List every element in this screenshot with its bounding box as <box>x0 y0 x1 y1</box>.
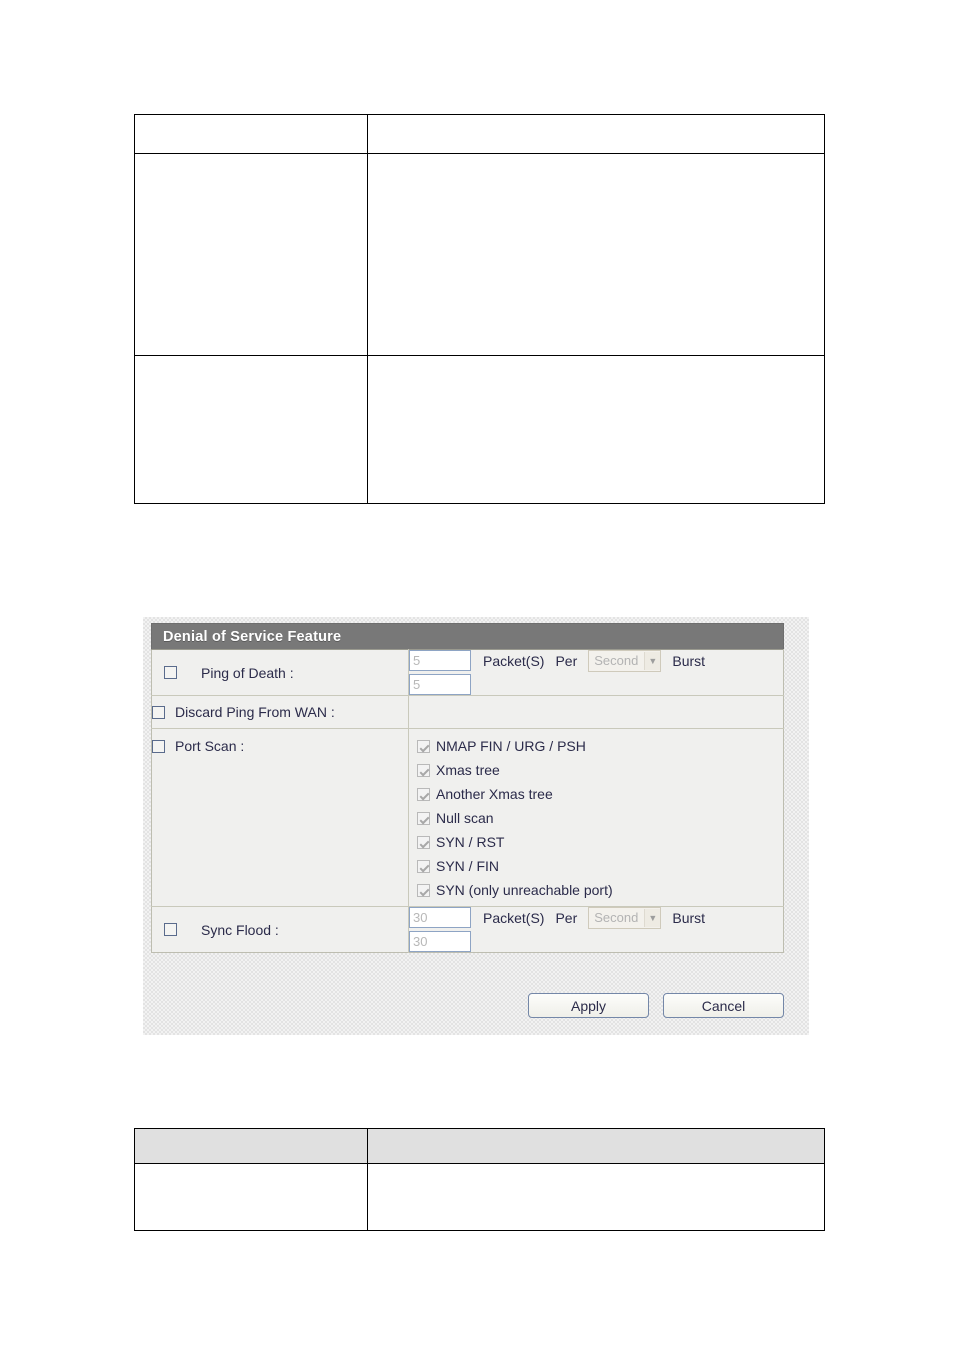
ping-of-death-unit-select[interactable]: Second ▼ <box>588 649 662 672</box>
ping-of-death-packets-input[interactable] <box>409 650 471 671</box>
port-scan-item-checkbox[interactable] <box>417 859 430 873</box>
panel-title: Denial of Service Feature <box>151 623 784 649</box>
table-cell-a <box>134 1163 368 1231</box>
table-row <box>134 355 825 504</box>
ping-of-death-value-cell: Packet(S) Per Second ▼ Burst <box>408 649 784 696</box>
discard-ping-checkbox[interactable] <box>152 705 165 719</box>
port-scan-label: Port Scan : <box>175 738 245 754</box>
sync-flood-fields <box>409 907 471 952</box>
port-scan-item-label: Null scan <box>436 810 494 826</box>
ping-of-death-per-label: Per <box>555 652 578 669</box>
sync-flood-unit-select[interactable]: Second ▼ <box>588 906 662 929</box>
list-item[interactable]: SYN (only unreachable port) <box>417 878 783 902</box>
table-cell-a <box>134 355 368 504</box>
row-discard-ping-from-wan: Discard Ping From WAN : <box>151 695 784 729</box>
top-description-table <box>134 114 825 504</box>
sync-flood-unit-value: Second <box>594 910 639 925</box>
sync-flood-packets-input[interactable] <box>409 907 471 928</box>
table-cell-b <box>367 1163 825 1231</box>
cancel-button[interactable]: Cancel <box>663 993 784 1018</box>
table-row <box>134 1163 825 1231</box>
chevron-down-icon: ▼ <box>644 651 661 670</box>
list-item[interactable]: SYN / RST <box>417 830 783 854</box>
port-scan-item-label: Xmas tree <box>436 762 500 778</box>
port-scan-item-checkbox[interactable] <box>417 835 430 849</box>
port-scan-item-label: NMAP FIN / URG / PSH <box>436 738 586 754</box>
sync-flood-label-cell: Sync Flood : <box>151 906 409 953</box>
table-header-cell-a <box>134 114 368 154</box>
dos-panel-inner: Denial of Service Feature Ping of Death … <box>151 623 784 953</box>
bottom-description-table <box>134 1128 825 1231</box>
table-cell-b <box>367 153 825 356</box>
list-item[interactable]: Another Xmas tree <box>417 782 783 806</box>
discard-ping-label: Discard Ping From WAN : <box>175 704 335 720</box>
port-scan-value-cell: NMAP FIN / URG / PSH Xmas tree Another X… <box>408 728 784 907</box>
port-scan-item-label: SYN (only unreachable port) <box>436 882 613 898</box>
port-scan-checkbox-row[interactable]: Port Scan : <box>152 738 408 754</box>
table-header-cell-b <box>367 114 825 154</box>
dos-settings-table: Ping of Death : Packet(S) Per Se <box>151 649 784 953</box>
sync-flood-burst-label: Burst <box>672 909 706 926</box>
list-item[interactable]: Xmas tree <box>417 758 783 782</box>
sync-flood-packets-label: Packet(S) <box>483 909 545 926</box>
table-row <box>134 1128 825 1164</box>
sync-flood-value-cell: Packet(S) Per Second ▼ Burst <box>408 906 784 953</box>
chevron-down-icon: ▼ <box>644 908 661 927</box>
list-item[interactable]: NMAP FIN / URG / PSH <box>417 734 783 758</box>
sync-flood-per-label: Per <box>555 909 578 926</box>
table-cell-b <box>367 355 825 504</box>
panel-action-buttons: Apply Cancel <box>151 993 784 1018</box>
ping-of-death-label-cell: Ping of Death : <box>151 649 409 696</box>
sync-flood-rate-wrap: Packet(S) Per Second ▼ Burst <box>409 906 783 952</box>
table-row <box>134 114 825 154</box>
port-scan-label-cell: Port Scan : <box>151 728 409 907</box>
ping-of-death-checkbox-row[interactable]: Ping of Death : <box>152 665 408 681</box>
ping-of-death-burst-label: Burst <box>672 652 706 669</box>
port-scan-item-label: Another Xmas tree <box>436 786 553 802</box>
table-header-cell-a <box>134 1128 368 1164</box>
denial-of-service-panel: Denial of Service Feature Ping of Death … <box>143 617 809 1035</box>
ping-of-death-unit-value: Second <box>594 653 639 668</box>
port-scan-item-checkbox[interactable] <box>417 787 430 801</box>
sync-flood-rate-labels: Packet(S) Per Second ▼ Burst <box>483 906 706 929</box>
discard-ping-value-cell <box>408 695 784 729</box>
port-scan-item-label: SYN / RST <box>436 834 505 850</box>
discard-ping-label-cell: Discard Ping From WAN : <box>151 695 409 729</box>
discard-ping-checkbox-row[interactable]: Discard Ping From WAN : <box>152 704 408 720</box>
port-scan-checkbox[interactable] <box>152 739 165 753</box>
ping-of-death-rate-labels: Packet(S) Per Second ▼ Burst <box>483 649 706 672</box>
sync-flood-burst-input[interactable] <box>409 931 471 952</box>
list-item[interactable]: SYN / FIN <box>417 854 783 878</box>
table-row <box>134 153 825 356</box>
sync-flood-checkbox[interactable] <box>164 923 177 936</box>
port-scan-item-checkbox[interactable] <box>417 763 430 777</box>
ping-of-death-rate-wrap: Packet(S) Per Second ▼ Burst <box>409 649 783 695</box>
apply-button[interactable]: Apply <box>528 993 649 1018</box>
ping-of-death-packets-label: Packet(S) <box>483 652 545 669</box>
port-scan-item-checkbox[interactable] <box>417 739 430 753</box>
ping-of-death-checkbox[interactable] <box>164 666 177 679</box>
row-port-scan: Port Scan : NMAP FIN / URG / PSH Xmas tr… <box>151 728 784 907</box>
row-sync-flood: Sync Flood : Packet(S) Per Secon <box>151 906 784 953</box>
port-scan-item-label: SYN / FIN <box>436 858 500 874</box>
ping-of-death-burst-input[interactable] <box>409 674 471 695</box>
ping-of-death-label: Ping of Death : <box>201 664 294 681</box>
port-scan-item-checkbox[interactable] <box>417 811 430 825</box>
port-scan-item-checkbox[interactable] <box>417 883 430 897</box>
table-cell-a <box>134 153 368 356</box>
row-ping-of-death: Ping of Death : Packet(S) Per Se <box>151 649 784 696</box>
ping-of-death-fields <box>409 650 471 695</box>
sync-flood-label: Sync Flood : <box>201 921 279 938</box>
list-item[interactable]: Null scan <box>417 806 783 830</box>
port-scan-list: NMAP FIN / URG / PSH Xmas tree Another X… <box>413 729 783 906</box>
sync-flood-checkbox-row[interactable]: Sync Flood : <box>152 922 408 938</box>
table-header-cell-b <box>367 1128 825 1164</box>
